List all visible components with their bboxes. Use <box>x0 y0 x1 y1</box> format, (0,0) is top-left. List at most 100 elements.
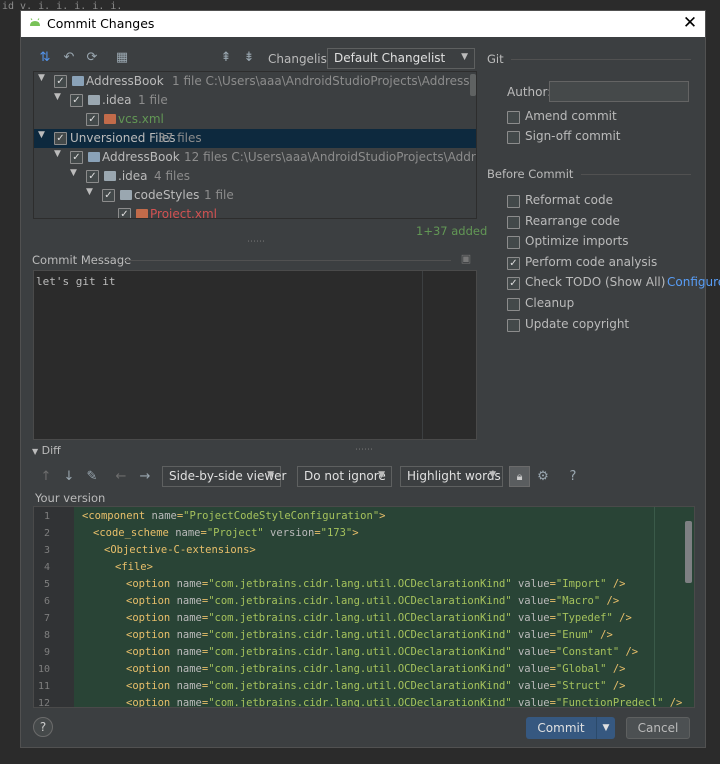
code-attr-value: "com.jetbrains.cidr.lang.util.OCDeclarat… <box>208 629 512 641</box>
expand-all-icon[interactable]: ⇞ <box>217 49 235 67</box>
tree-row[interactable]: ▼ ✓ AddressBook 1 file C:\Users\aaa\Andr… <box>34 72 476 91</box>
tree-item-name: .idea <box>102 93 132 107</box>
separator <box>581 174 691 175</box>
collapse-all-icon[interactable]: ⇟ <box>240 49 258 67</box>
code-tag: <option <box>126 680 171 692</box>
gear-icon[interactable]: ⚙ <box>534 468 552 486</box>
code-attr-name: name <box>176 680 202 692</box>
option-label: Update copyright <box>525 316 630 331</box>
commit-message-input[interactable]: let's git it <box>33 270 477 440</box>
code-attr-name: value <box>517 629 550 641</box>
code-attr-value: "Enum" <box>555 629 594 641</box>
diff-toggle[interactable]: ▼ Diff <box>32 444 61 457</box>
cancel-button[interactable]: Cancel <box>626 717 690 739</box>
commit-dropdown-icon[interactable]: ▼ <box>596 717 615 739</box>
ide-background-right <box>706 0 720 764</box>
checkbox[interactable]: ✓ <box>507 256 520 270</box>
changelist-combo[interactable]: Default Changelist ▼ <box>327 48 475 69</box>
expand-arrow-icon[interactable]: ▼ <box>54 149 61 159</box>
row-checkbox[interactable]: ✓ <box>70 94 83 107</box>
code-tag: <option <box>126 663 171 675</box>
expand-arrow-icon[interactable]: ▼ <box>38 130 45 140</box>
commit-message-label: Commit Message <box>32 253 132 267</box>
expand-arrow-icon[interactable]: ▼ <box>70 168 77 178</box>
refresh-icon[interactable]: ⟳ <box>83 49 101 67</box>
checkbox[interactable] <box>507 298 520 311</box>
row-checkbox[interactable]: ✓ <box>118 208 131 218</box>
group-by-icon[interactable]: ▦ <box>113 49 131 67</box>
code-attr-value: "Project" <box>206 527 264 539</box>
code-attr-name: name <box>176 646 202 658</box>
help-button[interactable]: ? <box>33 717 53 737</box>
code-tag-end: /> <box>593 629 613 641</box>
option-label: Reformat code <box>525 193 613 207</box>
tree-row[interactable]: ▼ ✓ Unversioned Files 37 files <box>34 129 476 148</box>
tree-item-info: 1 file <box>138 93 168 107</box>
checkbox[interactable] <box>507 195 520 208</box>
undo-icon[interactable]: ↶ <box>60 49 78 67</box>
checkbox[interactable] <box>507 131 520 144</box>
code-attr-value: "com.jetbrains.cidr.lang.util.OCDeclarat… <box>208 663 512 675</box>
code-attr-name: value <box>517 697 550 708</box>
expand-arrow-icon[interactable]: ▼ <box>86 187 93 197</box>
tree-item-info: 12 files C:\Users\aaa\AndroidStudioProje… <box>184 150 476 164</box>
tree-scrollbar[interactable] <box>470 74 476 96</box>
line-number: 1 <box>43 511 50 522</box>
row-checkbox[interactable]: ✓ <box>102 189 115 202</box>
option-label: Perform code analysis <box>525 254 658 269</box>
diff-editor[interactable]: 1 <component name="ProjectCodeStyleConfig… <box>33 506 695 708</box>
expand-arrow-icon[interactable]: ▼ <box>54 92 61 102</box>
splitter-handle[interactable]: ⋯⋯ <box>355 445 373 455</box>
code-attr-name: value <box>517 595 550 607</box>
code-tag: <option <box>126 595 171 607</box>
checkbox[interactable] <box>507 111 520 124</box>
title-bar: Commit Changes ✕ <box>21 11 705 37</box>
tree-item-name: AddressBook <box>86 74 164 88</box>
message-history-icon[interactable]: ▣ <box>457 250 475 268</box>
configure-link[interactable]: Configure <box>667 275 720 289</box>
tree-item-info: 1 file <box>204 188 234 202</box>
code-line: <component name="ProjectCodeStyleConfigu… <box>82 510 386 522</box>
viewer-combo[interactable]: Side-by-side viewer ▼ <box>162 466 286 487</box>
arrow-left-icon[interactable]: ← <box>112 468 130 486</box>
row-checkbox[interactable]: ✓ <box>86 170 99 183</box>
lock-icon[interactable]: 🔒︎ <box>509 466 530 487</box>
tree-row[interactable]: ✓ Project.xml <box>34 205 476 218</box>
arrow-down-icon[interactable]: ↓ <box>60 468 78 486</box>
commit-button[interactable]: Commit <box>526 717 596 739</box>
expand-arrow-icon[interactable]: ▼ <box>38 73 45 83</box>
row-checkbox[interactable]: ✓ <box>70 151 83 164</box>
arrow-right-icon[interactable]: → <box>136 468 154 486</box>
diff-help-icon[interactable]: ? <box>564 468 582 486</box>
author-input[interactable] <box>549 81 689 102</box>
checkbox[interactable]: ✓ <box>507 277 520 291</box>
close-icon[interactable]: ✕ <box>681 13 699 33</box>
before-commit-title: Before Commit <box>487 167 574 181</box>
arrow-up-icon[interactable]: ↑ <box>37 468 55 486</box>
splitter-handle[interactable]: ⋯⋯ <box>247 237 265 247</box>
tree-row[interactable]: ▼ ✓ .idea 4 files <box>34 167 476 186</box>
checkbox[interactable] <box>507 215 520 229</box>
highlight-combo[interactable]: Highlight words ▼ <box>400 466 503 487</box>
edit-icon[interactable]: ✎ <box>83 468 101 486</box>
tree-row[interactable]: ▼ ✓ AddressBook 12 files C:\Users\aaa\An… <box>34 148 476 167</box>
tree-row[interactable]: ▼ ✓ .idea 1 file <box>34 91 476 110</box>
code-attr-value: "FunctionPredecl" <box>555 697 664 708</box>
ignore-combo[interactable]: Do not ignore ▼ <box>297 466 392 487</box>
row-checkbox[interactable]: ✓ <box>54 132 67 145</box>
line-number: 2 <box>43 528 50 539</box>
ide-background-left <box>0 0 20 764</box>
line-number: 6 <box>43 596 50 607</box>
checkbox[interactable] <box>507 318 520 332</box>
tree-row[interactable]: ✓ vcs.xml <box>34 110 476 129</box>
commit-move-icon[interactable]: ⇅ <box>36 49 54 67</box>
checkbox[interactable] <box>507 236 520 250</box>
row-checkbox[interactable]: ✓ <box>54 75 67 88</box>
code-attr-value: "com.jetbrains.cidr.lang.util.OCDeclarat… <box>208 595 512 607</box>
diff-label: Diff <box>41 444 61 457</box>
line-number: 3 <box>43 545 50 556</box>
code-attr-value: "Struct" <box>555 680 607 692</box>
row-checkbox[interactable]: ✓ <box>86 113 99 126</box>
tree-row[interactable]: ▼ ✓ codeStyles 1 file <box>34 186 476 205</box>
diff-scrollbar-thumb[interactable] <box>685 521 692 583</box>
